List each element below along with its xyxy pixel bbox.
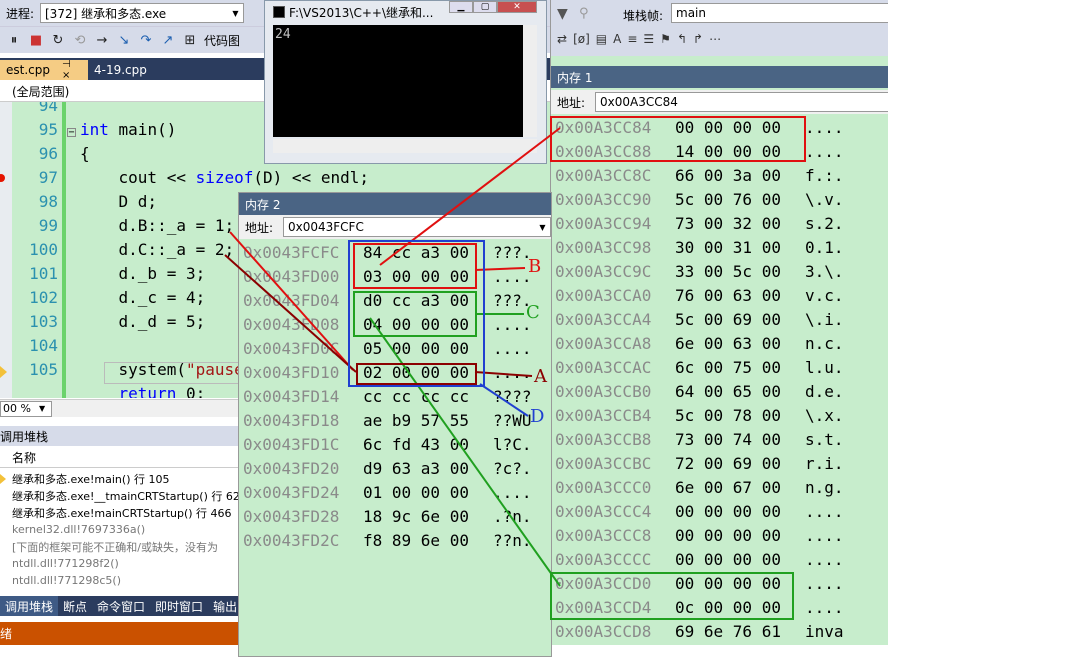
label-d: D: [530, 406, 545, 427]
arrow-d-line: [479, 383, 529, 417]
box-mem1-top: [550, 116, 806, 162]
box-b: [353, 243, 477, 289]
annotation-overlay: [224, 127, 561, 587]
arrow-a-line: [224, 254, 357, 373]
label-b: B: [528, 256, 542, 277]
arrow-b-source-line: [229, 231, 354, 371]
box-mem1-bottom: [550, 572, 794, 620]
label-a: A: [534, 366, 547, 387]
box-a: [356, 363, 477, 385]
box-c: [353, 291, 477, 337]
label-c: C: [526, 302, 540, 323]
